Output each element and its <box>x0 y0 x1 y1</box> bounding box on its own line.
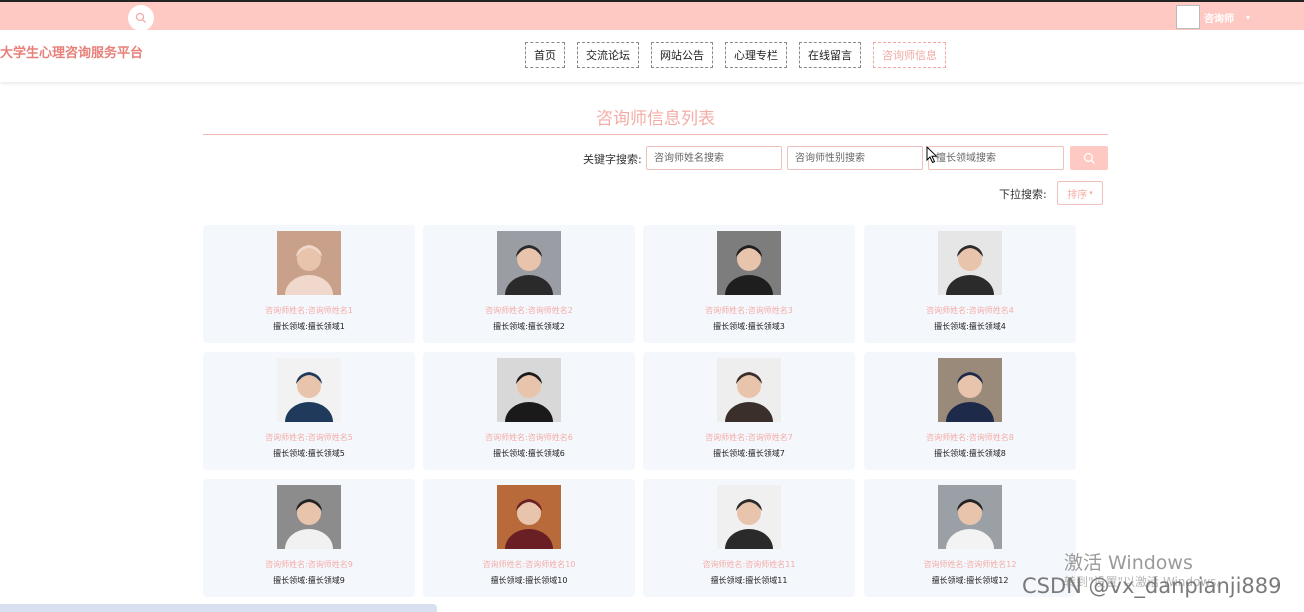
nav-item-counselor-info[interactable]: 咨询师信息 <box>873 42 946 68</box>
mouse-cursor-icon <box>926 146 938 164</box>
counselor-name: 咨询师姓名:咨询师姓名8 <box>926 433 1014 442</box>
search-icon <box>1083 152 1095 164</box>
title-divider <box>203 134 1108 135</box>
counselor-specialty: 擅长领域:擅长领域6 <box>493 449 565 458</box>
counselor-card[interactable]: 咨询师姓名:咨询师姓名10 擅长领域:擅长领域10 <box>423 479 635 597</box>
user-name: 咨询师 <box>1204 13 1234 25</box>
site-title: 大学生心理咨询服务平台 <box>0 46 144 61</box>
counselor-specialty: 擅长领域:擅长领域5 <box>273 449 345 458</box>
counselor-name: 咨询师姓名:咨询师姓名11 <box>702 560 796 569</box>
csdn-watermark: CSDN @vx_danpianji889 <box>1022 574 1282 598</box>
avatar <box>1176 5 1200 29</box>
counselor-card[interactable]: 咨询师姓名:咨询师姓名11 擅长领域:擅长领域11 <box>643 479 855 597</box>
counselor-name: 咨询师姓名:咨询师姓名7 <box>705 433 793 442</box>
chevron-down-icon: ▾ <box>1246 12 1251 22</box>
counselor-card[interactable]: 咨询师姓名:咨询师姓名4 擅长领域:擅长领域4 <box>864 225 1076 343</box>
counselor-specialty: 擅长领域:擅长领域2 <box>493 322 565 331</box>
counselor-card[interactable]: 咨询师姓名:咨询师姓名9 擅长领域:擅长领域9 <box>203 479 415 597</box>
activate-windows-title: 激活 Windows <box>1064 552 1193 574</box>
keyword-search-label: 关键字搜索: <box>583 153 642 166</box>
counselor-specialty: 擅长领域:擅长领域7 <box>713 449 785 458</box>
nav-item-home[interactable]: 首页 <box>525 42 565 68</box>
search-button[interactable] <box>1070 146 1108 170</box>
header: 大学生心理咨询服务平台 首页 交流论坛 网站公告 心理专栏 在线留言 咨询师信息 <box>0 30 1304 82</box>
dropdown-search-label: 下拉搜索: <box>999 188 1047 201</box>
counselor-card[interactable]: 咨询师姓名:咨询师姓名1 擅长领域:擅长领域1 <box>203 225 415 343</box>
sort-label: 排序 <box>1067 189 1088 201</box>
counselor-card[interactable]: 咨询师姓名:咨询师姓名5 擅长领域:擅长领域5 <box>203 352 415 470</box>
counselor-photo[interactable] <box>938 485 1002 549</box>
nav-item-forum[interactable]: 交流论坛 <box>577 42 639 68</box>
counselor-specialty: 擅长领域:擅长领域4 <box>934 322 1006 331</box>
nav-item-online-message[interactable]: 在线留言 <box>799 42 861 68</box>
counselor-name: 咨询师姓名:咨询师姓名10 <box>482 560 576 569</box>
counselor-photo[interactable] <box>938 358 1002 422</box>
search-icon[interactable] <box>128 5 154 31</box>
counselor-name: 咨询师姓名:咨询师姓名9 <box>265 560 353 569</box>
counselor-card[interactable]: 咨询师姓名:咨询师姓名6 擅长领域:擅长领域6 <box>423 352 635 470</box>
top-bar: 咨询师 ▾ <box>0 0 1304 31</box>
counselor-photo[interactable] <box>277 358 341 422</box>
counselor-card[interactable]: 咨询师姓名:咨询师姓名2 擅长领域:擅长领域2 <box>423 225 635 343</box>
specialty-search-input[interactable] <box>928 146 1064 170</box>
counselor-card[interactable]: 咨询师姓名:咨询师姓名8 擅长领域:擅长领域8 <box>864 352 1076 470</box>
counselor-photo[interactable] <box>717 231 781 295</box>
nav-item-psychology-column[interactable]: 心理专栏 <box>725 42 787 68</box>
counselor-name: 咨询师姓名:咨询师姓名1 <box>265 306 353 315</box>
counselor-photo[interactable] <box>277 231 341 295</box>
counselor-photo[interactable] <box>497 231 561 295</box>
counselor-photo[interactable] <box>717 358 781 422</box>
nav-item-announcements[interactable]: 网站公告 <box>651 42 713 68</box>
counselor-name-search-input[interactable] <box>646 146 782 170</box>
user-menu[interactable]: 咨询师 ▾ <box>1176 5 1250 29</box>
counselor-specialty: 擅长领域:擅长领域3 <box>713 322 785 331</box>
counselor-specialty: 擅长领域:擅长领域8 <box>934 449 1006 458</box>
counselor-photo[interactable] <box>497 485 561 549</box>
counselor-photo[interactable] <box>497 358 561 422</box>
counselor-name: 咨询师姓名:咨询师姓名5 <box>265 433 353 442</box>
counselor-specialty: 擅长领域:擅长领域10 <box>490 576 568 585</box>
chevron-down-icon: ▾ <box>1089 189 1093 197</box>
counselor-card[interactable]: 咨询师姓名:咨询师姓名7 擅长领域:擅长领域7 <box>643 352 855 470</box>
counselor-specialty: 擅长领域:擅长领域1 <box>273 322 345 331</box>
counselor-photo[interactable] <box>717 485 781 549</box>
counselor-photo[interactable] <box>277 485 341 549</box>
counselor-name: 咨询师姓名:咨询师姓名12 <box>923 560 1017 569</box>
counselor-photo[interactable] <box>938 231 1002 295</box>
counselor-gender-search-input[interactable] <box>787 146 923 170</box>
sort-dropdown[interactable]: 排序 ▾ <box>1057 181 1103 205</box>
counselor-name: 咨询师姓名:咨询师姓名4 <box>926 306 1014 315</box>
counselor-card[interactable]: 咨询师姓名:咨询师姓名3 擅长领域:擅长领域3 <box>643 225 855 343</box>
counselor-specialty: 擅长领域:擅长领域9 <box>273 576 345 585</box>
main-nav: 首页 交流论坛 网站公告 心理专栏 在线留言 咨询师信息 <box>525 42 946 68</box>
counselor-name: 咨询师姓名:咨询师姓名6 <box>485 433 573 442</box>
status-url-bar <box>0 604 437 612</box>
page-title: 咨询师信息列表 <box>596 109 715 129</box>
counselor-name: 咨询师姓名:咨询师姓名3 <box>705 306 793 315</box>
counselor-specialty: 擅长领域:擅长领域11 <box>710 576 788 585</box>
counselor-name: 咨询师姓名:咨询师姓名2 <box>485 306 573 315</box>
